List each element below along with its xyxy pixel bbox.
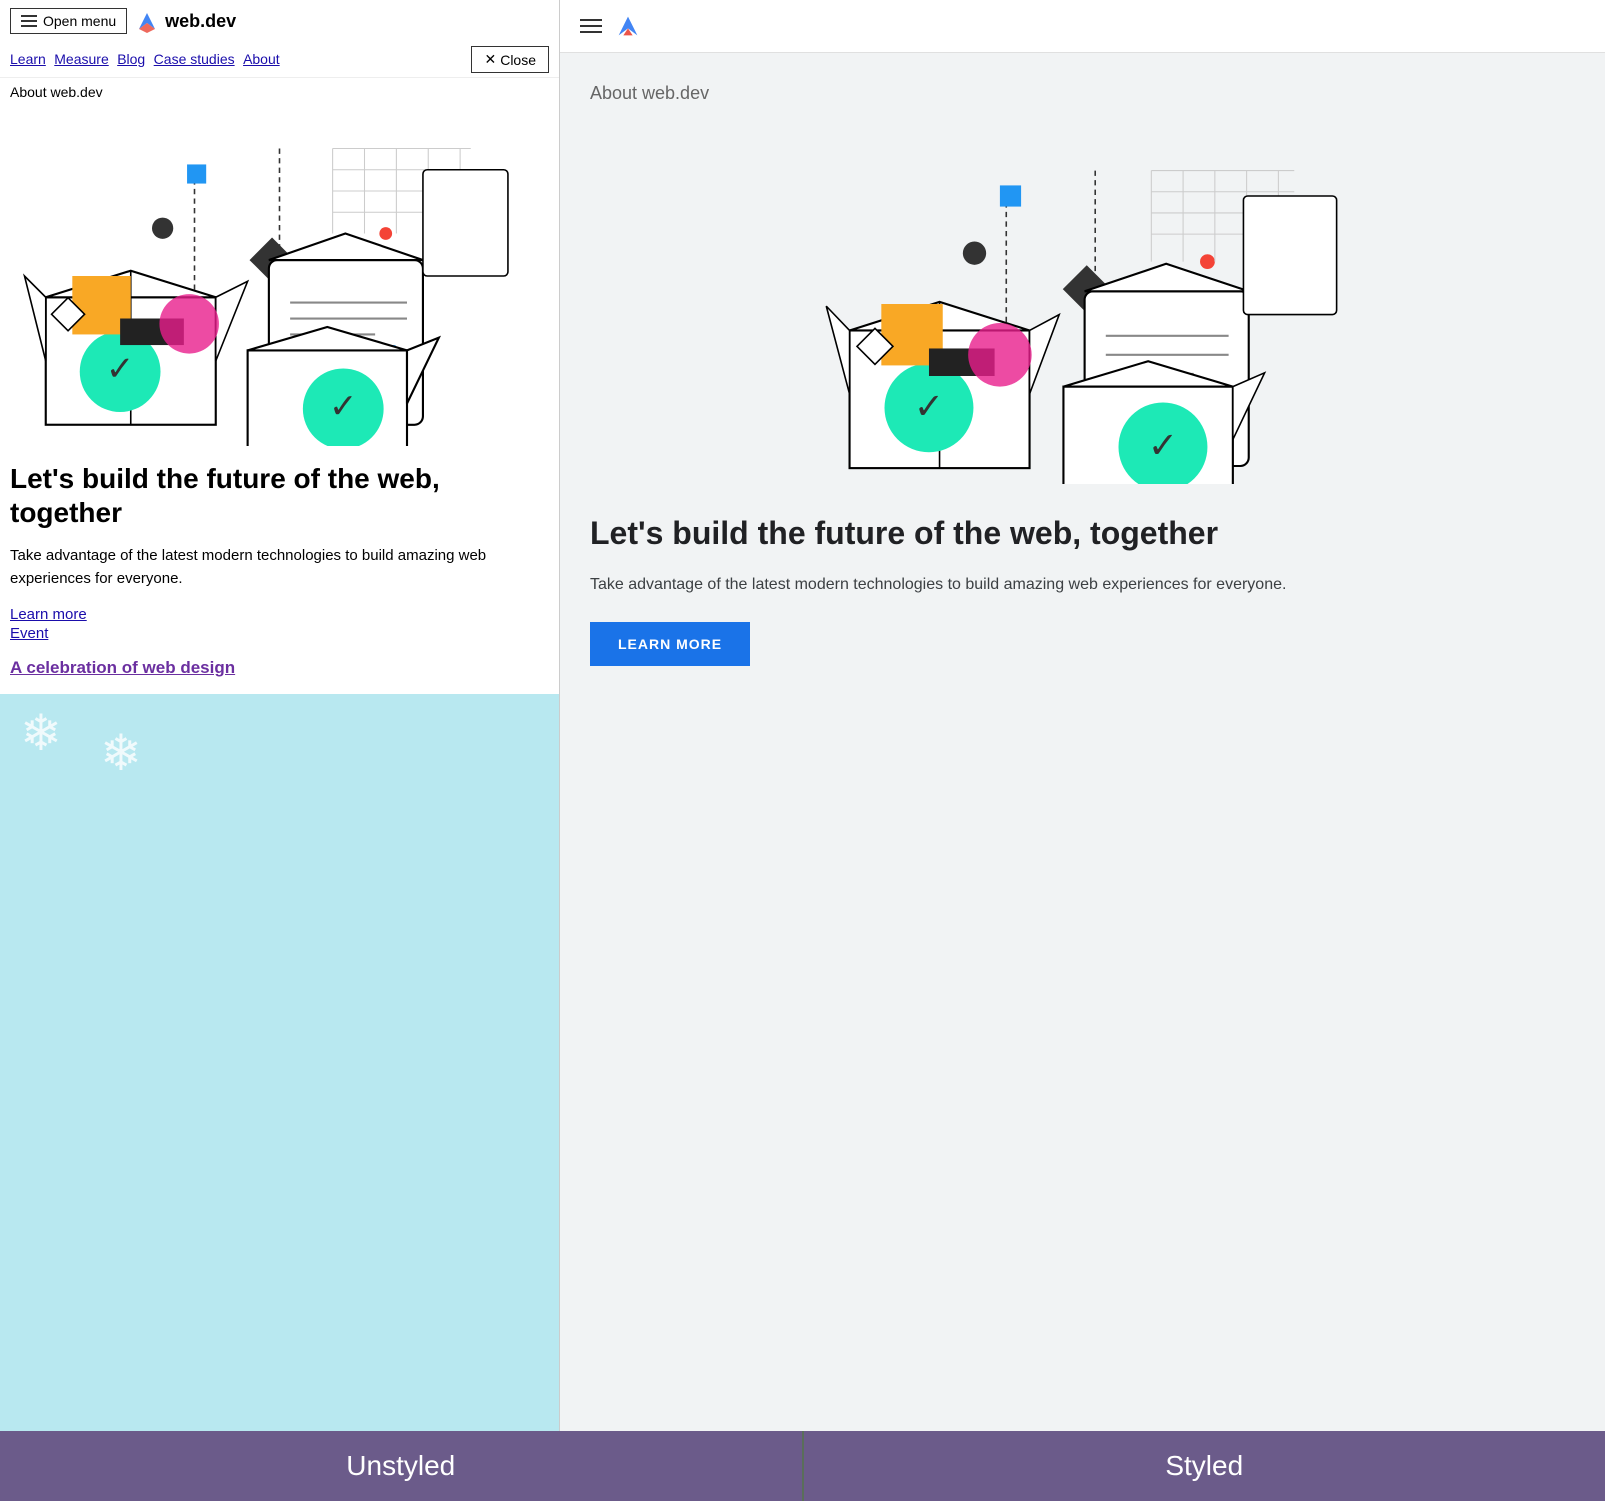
- sub-text-styled: Take advantage of the latest modern tech…: [590, 572, 1575, 598]
- bottom-banner: ❄ ❄: [0, 694, 559, 1431]
- svg-text:✓: ✓: [914, 385, 944, 426]
- logo-icon: [135, 9, 159, 33]
- header-unstyled: Open menu web.dev: [0, 0, 559, 42]
- about-section-styled: About web.dev: [560, 53, 1605, 114]
- footer-labels: Unstyled Styled: [0, 1431, 1605, 1501]
- illustration-styled: ✓: [560, 114, 1605, 494]
- svg-text:✓: ✓: [106, 350, 135, 388]
- snowflake-icon-2: ❄: [100, 724, 142, 782]
- header-styled: [560, 0, 1605, 53]
- nav-about[interactable]: About: [243, 51, 280, 69]
- open-menu-label: Open menu: [43, 13, 116, 29]
- nav-links: Learn Measure Blog Case studies About: [10, 51, 469, 69]
- nav-measure[interactable]: Measure: [54, 51, 108, 69]
- links-section: Learn more Event: [10, 606, 549, 642]
- about-text-unstyled: About web.dev: [0, 78, 559, 106]
- content-unstyled: Let's build the future of the web, toget…: [0, 446, 559, 694]
- event-link[interactable]: Event: [10, 625, 549, 642]
- logo-styled-icon: [614, 12, 642, 40]
- snowflake-icon: ❄: [20, 704, 62, 762]
- close-label: Close: [500, 52, 536, 68]
- nav-case-studies[interactable]: Case studies: [154, 51, 235, 69]
- footer-styled-label: Styled: [804, 1431, 1605, 1501]
- left-panel: Open menu web.dev Learn Measure Blog Cas…: [0, 0, 560, 1431]
- learn-more-link[interactable]: Learn more: [10, 606, 549, 623]
- close-x-icon: ✕: [484, 51, 496, 68]
- close-button[interactable]: ✕ Close: [471, 46, 549, 73]
- logo-unstyled: web.dev: [135, 9, 236, 33]
- main-heading-styled: Let's build the future of the web, toget…: [590, 514, 1575, 552]
- svg-text:✓: ✓: [1148, 425, 1178, 466]
- nav-blog[interactable]: Blog: [117, 51, 145, 69]
- sub-text-unstyled: Take advantage of the latest modern tech…: [10, 545, 549, 590]
- nav-learn[interactable]: Learn: [10, 51, 46, 69]
- hamburger-icon: [21, 15, 37, 27]
- learn-more-button[interactable]: LEARN MORE: [590, 622, 750, 666]
- main-heading-unstyled: Let's build the future of the web, toget…: [10, 462, 549, 529]
- logo-text: web.dev: [165, 11, 236, 32]
- celebration-link[interactable]: A celebration of web design: [10, 658, 235, 677]
- svg-text:✓: ✓: [329, 387, 357, 425]
- nav-bar-unstyled: Learn Measure Blog Case studies About ✕ …: [0, 42, 559, 78]
- footer-unstyled-label: Unstyled: [0, 1431, 802, 1501]
- hamburger-styled-icon[interactable]: [580, 19, 602, 33]
- content-styled: Let's build the future of the web, toget…: [560, 494, 1605, 686]
- right-panel: About web.dev ✓: [560, 0, 1605, 1431]
- open-menu-button[interactable]: Open menu: [10, 8, 127, 34]
- illustration-unstyled: ✓: [0, 106, 559, 446]
